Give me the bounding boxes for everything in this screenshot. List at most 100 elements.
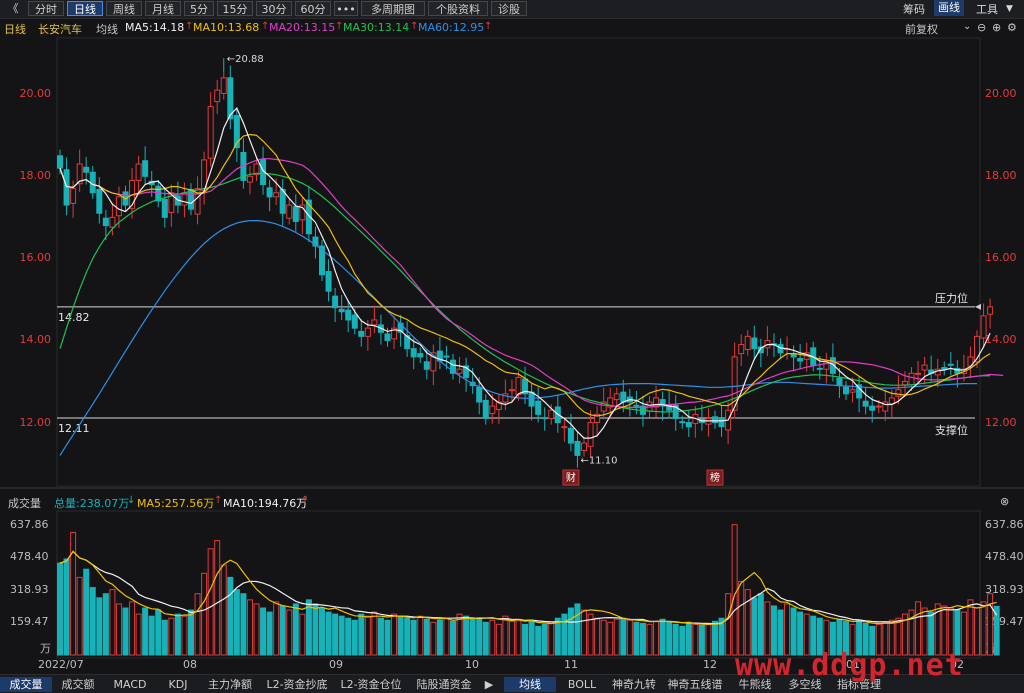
candle-body-74 xyxy=(541,417,548,420)
volume-bar-58 xyxy=(436,619,443,656)
volume-bar-52 xyxy=(397,615,404,656)
volume-bar-41 xyxy=(325,611,332,656)
volume-bar-32 xyxy=(266,611,273,656)
volume-bar-79 xyxy=(574,603,581,656)
volume-bar-50 xyxy=(384,619,391,656)
volume-bar-80 xyxy=(581,609,587,656)
volume-bar-30 xyxy=(253,603,260,656)
volume-bar-56 xyxy=(423,618,430,656)
indicator-tab-11[interactable]: 神奇五线谱 xyxy=(660,677,730,692)
volume-bar-61 xyxy=(456,613,463,656)
indicator-tab-9[interactable]: BOLL xyxy=(556,677,608,692)
volume-bar-100 xyxy=(712,620,718,656)
volume-bar-5 xyxy=(89,587,96,656)
indicator-tab-2[interactable]: MACD xyxy=(104,677,156,692)
candle-body-50 xyxy=(384,333,391,341)
candle-body-8 xyxy=(109,216,116,228)
volume-bar-71 xyxy=(522,623,529,656)
candle-body-55 xyxy=(417,353,424,358)
volume-bar-23 xyxy=(207,548,214,656)
volume-bar-43 xyxy=(338,615,345,656)
indicator-tab-6[interactable]: L2-资金仓位 xyxy=(334,677,408,692)
volume-bar-73 xyxy=(535,625,542,656)
candle-body-119 xyxy=(836,377,843,387)
indicator-tab-1[interactable]: 成交额 xyxy=(52,677,104,692)
volume-bar-78 xyxy=(567,607,574,656)
indicator-tab-4[interactable]: 主力净额 xyxy=(200,677,260,692)
event-tag-0: 财 xyxy=(566,471,576,484)
volume-bar-66 xyxy=(489,619,496,656)
candle-body-69 xyxy=(508,389,515,392)
volume-bar-54 xyxy=(410,619,417,656)
candle-body-127 xyxy=(888,397,895,405)
candle-body-0 xyxy=(57,155,63,169)
volume-bar-90 xyxy=(646,623,653,656)
volume-bar-21 xyxy=(194,593,201,656)
candle-body-64 xyxy=(476,386,483,403)
volume-bar-24 xyxy=(214,540,221,656)
volume-bar-68 xyxy=(502,615,509,656)
volume-bar-91 xyxy=(653,620,660,656)
candle-body-73 xyxy=(535,400,542,415)
volume-bar-87 xyxy=(626,619,633,656)
candle-body-116 xyxy=(816,367,823,370)
ma20-line xyxy=(59,158,1004,408)
volume-bar-42 xyxy=(332,613,339,656)
volume-bar-82 xyxy=(594,617,601,656)
volume-bar-96 xyxy=(685,621,692,656)
candle-body-32 xyxy=(266,187,273,198)
candle-body-75 xyxy=(548,409,555,419)
candle-body-4 xyxy=(83,166,90,173)
volume-bar-107 xyxy=(757,593,764,656)
candle-body-113 xyxy=(797,358,804,362)
volume-bar-27 xyxy=(233,589,240,656)
indicator-tab-8[interactable]: 均线 xyxy=(504,677,556,692)
indicator-tab-7[interactable]: 陆股通资金 xyxy=(408,677,480,692)
indicator-tab-3[interactable]: KDJ xyxy=(156,677,200,692)
candle-body-47 xyxy=(364,327,371,337)
volume-bar-143 xyxy=(993,605,1000,656)
candle-body-41 xyxy=(325,271,332,292)
candle-body-121 xyxy=(849,389,856,393)
volume-bar-93 xyxy=(666,621,673,656)
volume-bar-92 xyxy=(659,618,666,656)
candle-body-120 xyxy=(843,386,849,395)
volume-bar-139 xyxy=(967,599,974,656)
volume-bar-65 xyxy=(482,621,489,656)
stock-chart[interactable]: 14.82压力位12.11 支撑位←20.88←11.10财榜 xyxy=(0,0,1024,692)
volume-bar-1 xyxy=(63,558,70,656)
volume-bar-3 xyxy=(76,576,83,656)
volume-bar-26 xyxy=(227,576,234,656)
volume-bar-8 xyxy=(109,589,116,656)
volume-bar-20 xyxy=(188,609,194,656)
volume-bar-46 xyxy=(358,613,365,656)
indicator-tab-0[interactable]: 成交量 xyxy=(0,677,52,692)
volume-bar-49 xyxy=(377,617,384,656)
tabs-scroll-icon[interactable]: ▶ xyxy=(482,677,496,692)
volume-bar-74 xyxy=(541,623,548,656)
volume-bar-98 xyxy=(698,624,705,656)
volume-bar-104 xyxy=(738,580,745,656)
candle-body-72 xyxy=(528,391,535,407)
volume-bar-76 xyxy=(554,617,561,656)
volume-bar-106 xyxy=(751,597,758,656)
ma60-line xyxy=(59,220,977,456)
candle-body-54 xyxy=(410,348,417,358)
candle-body-59 xyxy=(443,355,450,358)
volume-bar-16 xyxy=(161,619,168,656)
candle-body-13 xyxy=(142,160,149,177)
volume-bar-9 xyxy=(115,603,122,656)
candle-body-66 xyxy=(489,405,496,415)
candle-body-79 xyxy=(574,440,581,456)
candle-body-61 xyxy=(456,368,463,374)
candle-body-129 xyxy=(901,381,908,386)
indicator-tab-10[interactable]: 神奇九转 xyxy=(608,677,660,692)
candle-body-101 xyxy=(718,417,725,428)
candle-body-33 xyxy=(273,192,280,198)
candle-body-9 xyxy=(115,196,122,217)
candle-body-106 xyxy=(751,337,758,350)
volume-bar-60 xyxy=(450,620,456,656)
candle-body-96 xyxy=(685,422,692,428)
indicator-tab-5[interactable]: L2-资金抄底 xyxy=(260,677,334,692)
volume-bar-29 xyxy=(246,599,253,656)
